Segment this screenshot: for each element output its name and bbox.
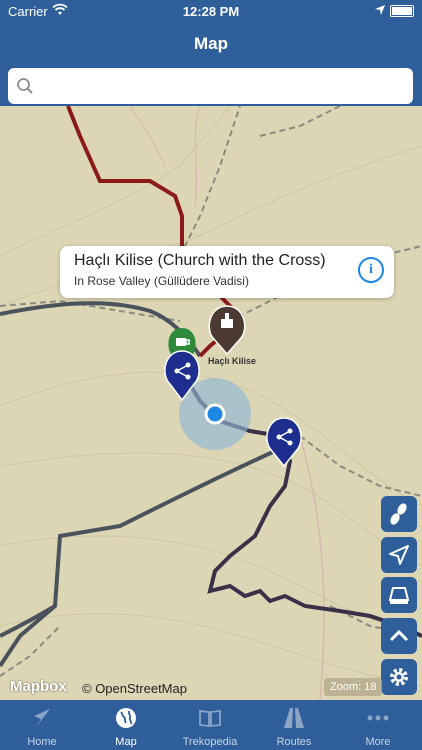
tab-more[interactable]: More [336,700,420,750]
search-bar-container [0,66,422,106]
layers-button[interactable] [381,577,417,613]
mapbox-attribution[interactable]: Mapbox [10,678,67,695]
battery-icon [390,5,414,17]
tab-bar: Home Map Trekopedia Routes More [0,700,422,750]
poi-callout[interactable]: Haçlı Kilise (Church with the Cross) In … [60,246,394,298]
road-icon [284,708,304,728]
osm-attribution[interactable]: © OpenStreetMap [82,681,187,696]
footprints-icon [390,503,407,525]
tab-label: More [365,736,391,748]
navigate-arrow-icon [389,545,409,565]
tab-home[interactable]: Home [0,700,84,750]
poi-title: Haçlı Kilise (Church with the Cross) [74,252,326,269]
settings-button[interactable] [381,659,417,695]
status-bar: Carrier 12:28 PM [0,0,422,22]
chevron-up-icon [389,629,409,642]
clock: 12:28 PM [182,4,240,19]
locate-me-button[interactable] [381,537,417,573]
navigation-bar: Map [0,22,422,66]
map-canvas[interactable] [0,106,422,700]
tab-label: Map [115,736,137,748]
navigation-arrow-icon [34,709,50,727]
gear-icon [390,668,408,686]
layers-icon [388,587,410,604]
book-icon [199,709,221,728]
page-title: Map [194,34,228,53]
search-box[interactable] [8,68,413,104]
map-view[interactable]: Haçlı Kilise Haçlı Kilise (Church with t… [0,106,422,700]
globe-icon [116,708,136,728]
tab-trekopedia[interactable]: Trekopedia [168,700,252,750]
search-input[interactable] [42,76,406,95]
church-marker-icon[interactable] [208,305,246,356]
share-marker-icon[interactable] [266,417,302,468]
tab-label: Home [27,736,57,748]
tab-routes[interactable]: Routes [252,700,336,750]
footprints-button[interactable] [381,496,417,532]
location-services-icon [375,5,385,15]
zoom-level: Zoom: 18 [324,678,383,696]
ellipsis-icon [367,715,389,721]
poi-subtitle: In Rose Valley (Güllüdere Vadisi) [74,274,249,288]
info-icon[interactable]: i [358,257,384,283]
church-marker-label: Haçlı Kilise [208,356,257,366]
tab-label: Trekopedia [182,736,238,748]
expand-button[interactable] [381,618,417,654]
search-icon [17,78,33,94]
user-location-dot [204,403,226,425]
tab-label: Routes [276,736,312,748]
tab-map[interactable]: Map [84,700,168,750]
